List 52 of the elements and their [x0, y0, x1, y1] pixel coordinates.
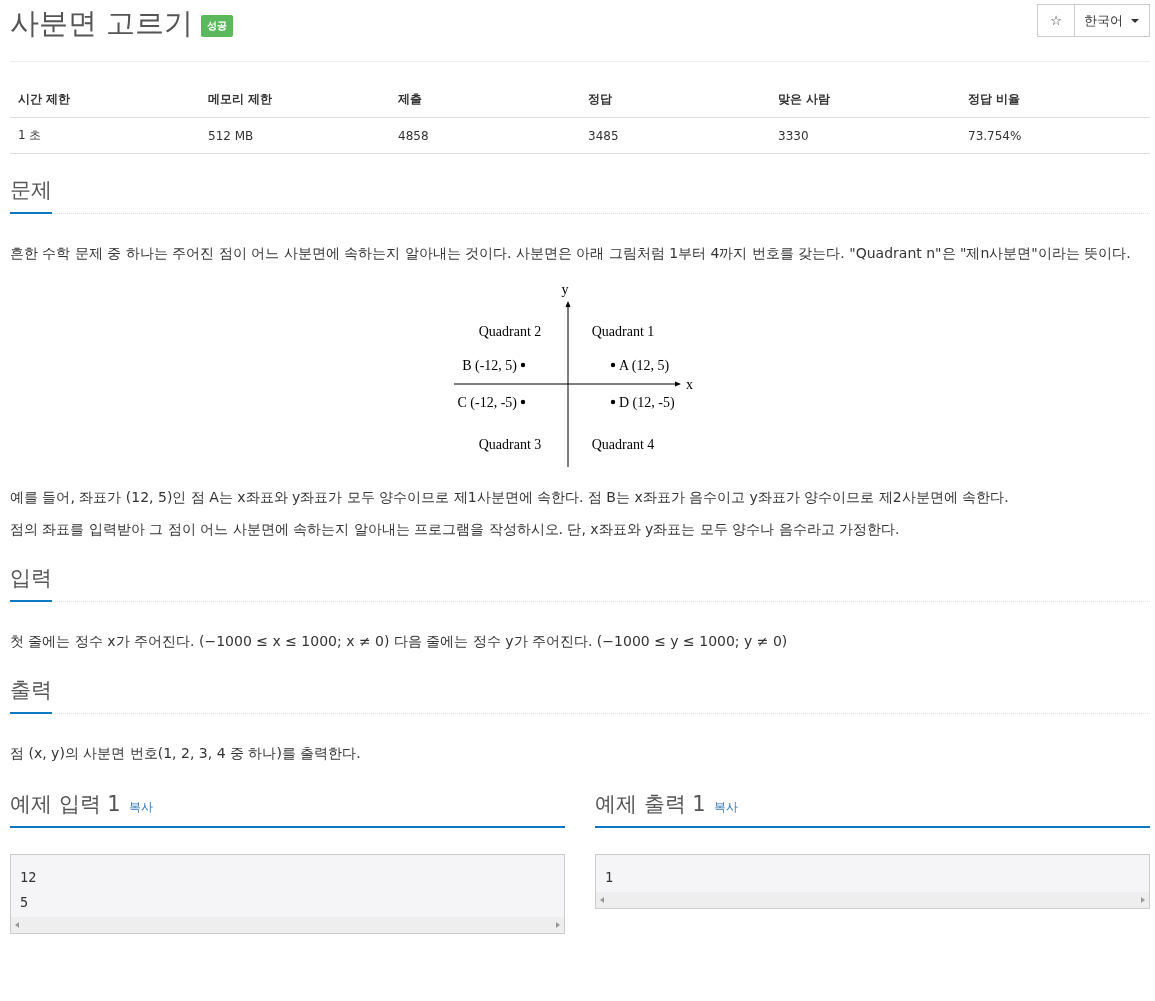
section-heading: 출력 [10, 676, 52, 714]
point-dot [520, 399, 526, 405]
table-header: 맞은 사람 [770, 82, 960, 118]
sample-heading: 예제 출력 1 [595, 791, 706, 818]
paragraph: 첫 줄에는 정수 x가 주어진다. (−1000 ≤ x ≤ 1000; x ≠ 0) 다음 줄에는 정수 y가 주어진다. (−1000 ≤ y ≤ 1000; y ≠ 0) [10, 632, 789, 651]
quadrant-label: Quadrant 3 [478, 437, 542, 452]
point-dot [610, 362, 616, 368]
table-cell: 73.754% [960, 117, 1150, 154]
quadrant-label: Quadrant 4 [591, 437, 655, 452]
code-line: 12 [20, 868, 38, 887]
section-heading: 입력 [10, 564, 52, 602]
paragraph: 흔한 수학 문제 중 하나는 주어진 점이 어느 사분면에 속하는지 알아내는 것이다. 사분면은 아래 그림처럼 1부터 4까지 번호를 갖는다. "Quadrant n"은 "제n사분면"이라는 뜻이다. [10, 244, 1132, 263]
scroll-left-icon[interactable] [15, 922, 19, 928]
language-dropdown[interactable]: 한국어 [1075, 4, 1150, 37]
table-header: 정답 [580, 82, 770, 118]
scroll-right-icon[interactable] [556, 922, 560, 928]
problem-title: 사분면 고르기 [10, 5, 194, 42]
point-label: A (12, 5) [619, 358, 670, 373]
table-header: 정답 비율 [960, 82, 1150, 118]
axis-label: y [561, 282, 569, 297]
table-header: 제출 [390, 82, 580, 118]
horizontal-scrollbar[interactable] [11, 917, 564, 933]
star-button[interactable]: ☆ [1037, 4, 1075, 37]
table-cell: 4858 [390, 117, 580, 154]
section-heading: 문제 [10, 176, 52, 214]
axis-label: x [686, 377, 693, 392]
scroll-left-icon[interactable] [600, 897, 604, 903]
point-label: C (-12, -5) [457, 395, 517, 410]
code-line: 1 [605, 868, 615, 887]
point-label: B (-12, 5) [462, 358, 517, 373]
paragraph: 점의 좌표를 입력받아 그 점이 어느 사분면에 속하는지 알아내는 프로그램을 작성하시오. 단, x좌표와 y좌표는 모두 양수나 음수라고 가정한다. [10, 520, 901, 539]
point-dot [610, 399, 616, 405]
caret-icon [1131, 18, 1139, 23]
quadrant-label: Quadrant 2 [478, 324, 542, 339]
table-header: 메모리 제한 [200, 82, 390, 118]
table-header: 시간 제한 [10, 82, 200, 118]
table-cell: 3330 [770, 117, 960, 154]
table-cell: 512 MB [200, 117, 390, 154]
scroll-right-icon[interactable] [1141, 897, 1145, 903]
sample-heading: 예제 입력 1 [10, 791, 121, 818]
paragraph: 예를 들어, 좌표가 (12, 5)인 점 A는 x좌표와 y좌표가 모두 양수이므로 제1사분면에 속한다. 점 B는 x좌표가 음수이고 y좌표가 양수이므로 제2사분면에 속한다. [10, 488, 1010, 507]
paragraph: 점 (x, y)의 사분면 번호(1, 2, 3, 4 중 하나)를 출력한다. [10, 744, 362, 763]
table-cell: 1 초 [10, 117, 200, 154]
point-label: D (12, -5) [619, 395, 675, 410]
copy-link[interactable]: 복사 [128, 799, 153, 816]
code-line: 5 [20, 893, 30, 912]
point-dot [520, 362, 526, 368]
copy-link[interactable]: 복사 [713, 799, 738, 816]
result-badge: 성공 [201, 15, 234, 37]
table-cell: 3485 [580, 117, 770, 154]
quadrant-label: Quadrant 1 [591, 324, 655, 339]
horizontal-scrollbar[interactable] [596, 892, 1149, 908]
